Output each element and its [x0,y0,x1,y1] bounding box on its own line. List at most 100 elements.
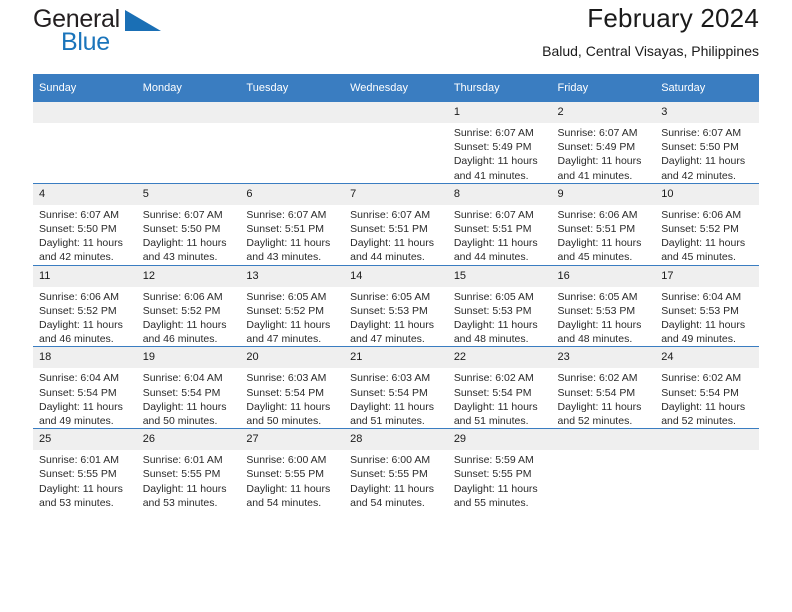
day-sunrise-text: Sunrise: 6:07 AM [661,127,742,139]
calendar-day-cell[interactable]: 11 Sunrise: 6:06 AM Sunset: 5:52 PM Dayligh… [33,264,137,347]
calendar-day-cell[interactable]: 12 Sunrise: 6:06 AM Sunset: 5:52 PM Dayligh… [136,264,241,347]
day-daylight-line2-text: and 45 minutes. [661,251,736,264]
day-sunrise-text: Sunrise: 6:01 AM [39,454,119,467]
day-sun-info: Sunrise: 6:07 AM Sunset: 5:50 PM Daylight:… [655,123,759,183]
calendar-day-cell[interactable]: 1 Sunrise: 6:07 AM Sunset: 5:49 PM Daylight… [447,102,552,184]
calendar-day-cell[interactable]: 19 Sunrise: 6:04 AM Sunset: 5:54 PM Dayligh… [136,346,241,429]
calendar-day-cell[interactable]: 21 Sunrise: 6:03 AM Sunset: 5:54 PM Dayligh… [344,346,448,429]
calendar-week-row: 1 Sunrise: 6:07 AM Sunset: 5:49 PM Daylight… [33,102,759,184]
day-sunset-text: Sunset: 5:52 PM [246,304,325,317]
day-sunrise-text: Sunrise: 6:05 AM [557,290,638,303]
day-sunset-text: Sunset: 5:55 PM [142,468,221,481]
day-number: 19 [136,347,241,369]
calendar-day-cell[interactable]: 18 Sunrise: 6:04 AM Sunset: 5:54 PM Dayligh… [33,346,137,429]
day-sunrise-text: Sunrise: 6:07 AM [453,208,534,221]
day-sun-info: Sunrise: 6:04 AM Sunset: 5:54 PM Daylight:… [33,368,137,428]
day-number: 20 [240,347,345,369]
calendar-day-cell[interactable]: 4 Sunrise: 6:07 AM Sunset: 5:50 PM Daylight… [33,182,137,266]
calendar-day-cell[interactable]: 28 Sunrise: 6:00 AM Sunset: 5:55 PM Dayligh… [344,428,448,511]
day-sunset-text: Sunset: 5:54 PM [453,386,532,399]
calendar-day-cell[interactable]: 22 Sunrise: 6:02 AM Sunset: 5:54 PM Dayligh… [447,346,552,429]
calendar-day-cell[interactable]: 16 Sunrise: 6:05 AM Sunset: 5:53 PM Dayligh… [551,264,656,347]
day-daylight-line1-text: Daylight: 11 hours [246,400,331,413]
day-number: 17 [655,265,759,287]
day-sunrise-text: Sunrise: 6:07 AM [246,208,327,221]
day-sunset-text: Sunset: 5:53 PM [557,304,636,317]
day-daylight-line1-text: Daylight: 11 hours [39,237,123,250]
day-sun-info: Sunrise: 6:06 AM Sunset: 5:52 PM Daylight:… [137,287,241,347]
weekday-header-saturday: Saturday [655,74,759,102]
day-daylight-line1-text: Daylight: 11 hours [453,400,538,413]
day-sunset-text: Sunset: 5:54 PM [39,386,117,399]
day-sunrise-text: Sunrise: 6:02 AM [453,372,534,385]
calendar-day-cell[interactable]: 17 Sunrise: 6:04 AM Sunset: 5:53 PM Dayligh… [655,264,759,347]
calendar-day-cell[interactable]: 27 Sunrise: 6:00 AM Sunset: 5:55 PM Dayligh… [240,428,345,511]
calendar-day-cell[interactable]: 15 Sunrise: 6:05 AM Sunset: 5:53 PM Dayligh… [447,264,552,347]
day-number: 1 [447,102,552,123]
day-daylight-line1-text: Daylight: 11 hours [557,400,642,413]
day-daylight-line2-text: and 52 minutes. [557,415,633,428]
calendar-day-cell[interactable]: 9 Sunrise: 6:06 AM Sunset: 5:51 PM Daylight… [551,182,656,266]
calendar-day-cell[interactable]: 29 Sunrise: 5:59 AM Sunset: 5:55 PM Dayligh… [447,428,552,511]
page-title: February 2024 [587,3,759,33]
page-subtitle: Balud, Central Visayas, Philippines [542,43,759,59]
day-sunset-text: Sunset: 5:55 PM [350,468,428,481]
day-number: 21 [344,347,448,369]
calendar-week-row: 25 Sunrise: 6:01 AM Sunset: 5:55 PM Dayligh… [33,428,759,511]
day-sunrise-text: Sunrise: 5:59 AM [453,454,534,467]
calendar-page: General Blue February 2024 Balud, Centra… [0,0,792,612]
day-sunset-text: Sunset: 5:52 PM [39,304,117,317]
calendar-day-cell[interactable]: 13 Sunrise: 6:05 AM Sunset: 5:52 PM Dayligh… [240,264,345,347]
calendar-day-cell[interactable]: 24 Sunrise: 6:02 AM Sunset: 5:54 PM Dayligh… [655,346,759,429]
day-daylight-line2-text: and 54 minutes. [246,496,322,509]
weekday-header-friday: Friday [551,74,656,102]
day-sunrise-text: Sunrise: 6:05 AM [246,290,327,303]
calendar-day-cell[interactable]: 8 Sunrise: 6:07 AM Sunset: 5:51 PM Daylight… [447,182,552,266]
calendar-day-cell[interactable]: 7 Sunrise: 6:07 AM Sunset: 5:51 PM Daylight… [344,182,448,266]
calendar-day-cell[interactable]: 20 Sunrise: 6:03 AM Sunset: 5:54 PM Dayligh… [240,346,345,429]
calendar-day-cell[interactable]: 23 Sunrise: 6:02 AM Sunset: 5:54 PM Dayligh… [551,346,656,429]
calendar-day-cell[interactable]: 3 Sunrise: 6:07 AM Sunset: 5:50 PM Daylight… [655,102,759,184]
day-sunrise-text: Sunrise: 6:07 AM [453,127,534,139]
brand-logo[interactable]: General Blue [33,7,213,63]
day-sunrise-text: Sunrise: 6:06 AM [142,290,223,303]
day-number: 22 [447,347,552,369]
day-number: 3 [655,102,759,123]
day-sunset-text: Sunset: 5:53 PM [350,304,428,317]
day-daylight-line1-text: Daylight: 11 hours [453,237,538,250]
day-sunset-text: Sunset: 5:50 PM [661,141,739,154]
calendar-day-cell[interactable]: 10 Sunrise: 6:06 AM Sunset: 5:52 PM Dayligh… [655,182,759,266]
day-number: 24 [655,347,759,369]
day-daylight-line1-text: Daylight: 11 hours [142,400,227,413]
calendar-day-cell[interactable]: 14 Sunrise: 6:05 AM Sunset: 5:53 PM Dayligh… [344,264,448,347]
day-sunrise-text: Sunrise: 6:03 AM [350,372,431,385]
calendar-day-cell[interactable]: 2 Sunrise: 6:07 AM Sunset: 5:49 PM Daylight… [551,102,656,184]
calendar-day-cell[interactable]: 26 Sunrise: 6:01 AM Sunset: 5:55 PM Dayligh… [136,428,241,511]
day-sunset-text: Sunset: 5:51 PM [246,223,325,236]
day-sun-info: Sunrise: 6:06 AM Sunset: 5:51 PM Daylight:… [552,205,656,265]
day-number [33,102,137,123]
day-daylight-line1-text: Daylight: 11 hours [350,237,434,250]
day-sun-info: Sunrise: 6:01 AM Sunset: 5:55 PM Daylight:… [33,450,137,510]
day-sunset-text: Sunset: 5:54 PM [661,386,739,399]
day-daylight-line2-text: and 51 minutes. [350,415,425,428]
day-sunset-text: Sunset: 5:54 PM [557,386,636,399]
day-sunset-text: Sunset: 5:52 PM [142,304,221,317]
day-number: 15 [447,265,552,287]
page-header: General Blue February 2024 Balud, Centra… [33,0,759,74]
day-number: 23 [551,347,656,369]
day-daylight-line2-text: and 53 minutes. [142,496,218,509]
day-daylight-line1-text: Daylight: 11 hours [557,237,642,250]
day-daylight-line1-text: Daylight: 11 hours [142,237,227,250]
day-sunrise-text: Sunrise: 6:00 AM [350,454,431,467]
day-daylight-line1-text: Daylight: 11 hours [39,482,123,495]
day-number: 13 [240,265,345,287]
day-daylight-line1-text: Daylight: 11 hours [661,400,746,413]
calendar-day-cell[interactable]: 6 Sunrise: 6:07 AM Sunset: 5:51 PM Daylight… [240,182,345,266]
day-sun-info: Sunrise: 6:05 AM Sunset: 5:53 PM Daylight:… [448,287,552,347]
calendar-day-cell[interactable]: 25 Sunrise: 6:01 AM Sunset: 5:55 PM Dayligh… [33,428,137,511]
day-sunrise-text: Sunrise: 6:05 AM [350,290,431,303]
day-number: 9 [551,183,656,205]
calendar-day-cell[interactable]: 5 Sunrise: 6:07 AM Sunset: 5:50 PM Daylight… [136,182,241,266]
day-number: 5 [136,183,241,205]
